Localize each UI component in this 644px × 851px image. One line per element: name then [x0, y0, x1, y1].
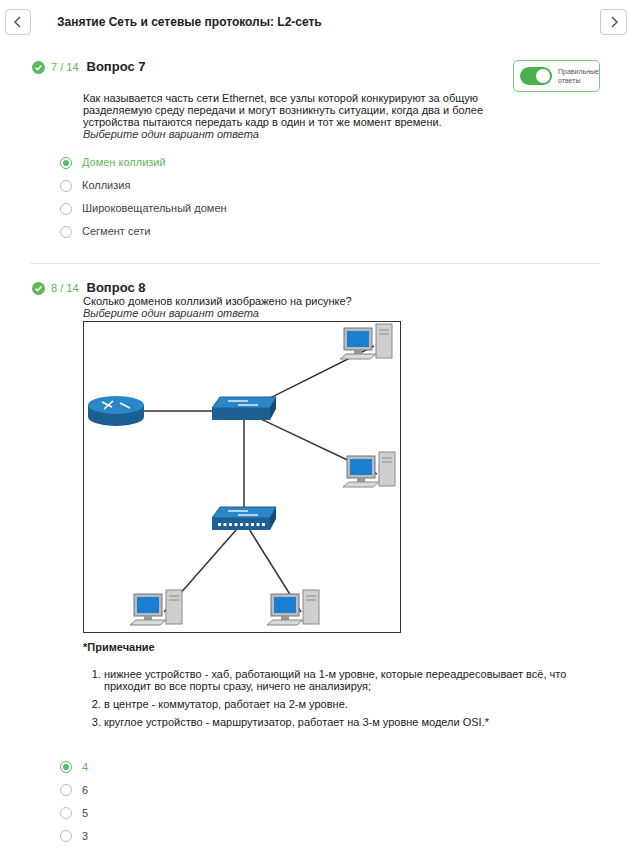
- back-button[interactable]: [5, 9, 31, 35]
- options-list: 4653: [60, 756, 600, 848]
- computer-icon: [130, 590, 182, 625]
- radio-icon[interactable]: [60, 807, 72, 819]
- radio-icon[interactable]: [60, 784, 72, 796]
- page: Занятие Сеть и сетевые протоколы: L2-сет…: [0, 0, 644, 848]
- next-button[interactable]: [600, 9, 627, 35]
- option[interactable]: Домен коллизий: [60, 151, 600, 174]
- radio-icon[interactable]: [60, 180, 72, 192]
- question-hint: Выберите один вариант ответа: [83, 307, 600, 319]
- question-text: Как называется часть сети Ethernet, все …: [83, 92, 513, 128]
- note-item: в центре - коммутатор, работает на 2-м у…: [104, 698, 600, 710]
- router-icon: [88, 396, 144, 426]
- hub-icon: [212, 507, 276, 530]
- note-item: круглое устройство - маршрутизатор, рабо…: [104, 716, 600, 728]
- question-title: Вопрос 7: [87, 57, 146, 77]
- question-header: 7 / 14 Вопрос 7: [32, 60, 146, 74]
- question-text: Сколько доменов коллизий изображено на р…: [83, 295, 513, 307]
- computer-icon: [340, 324, 392, 359]
- option[interactable]: 4: [60, 756, 600, 779]
- question: 7 / 14 Вопрос 7 Правильные ответыКак назыв…: [30, 60, 600, 243]
- radio-icon[interactable]: [60, 157, 72, 169]
- option[interactable]: 6: [60, 779, 600, 802]
- option[interactable]: 5: [60, 802, 600, 825]
- option[interactable]: Сегмент сети: [60, 220, 600, 243]
- question-progress: 8 / 14: [51, 280, 79, 297]
- correct-answers-toggle[interactable]: Правильные ответы: [513, 60, 600, 92]
- note: *Примечаниенижнее устройство - хаб, рабо…: [83, 639, 600, 728]
- radio-icon[interactable]: [60, 203, 72, 215]
- option[interactable]: 3: [60, 825, 600, 848]
- chevron-right-icon: [609, 15, 619, 29]
- switch[interactable]: [520, 67, 552, 85]
- computer-icon: [343, 452, 395, 487]
- switch-icon: [212, 397, 276, 420]
- option[interactable]: Коллизия: [60, 174, 600, 197]
- note-item: нижнее устройство - хаб, работающий на 1…: [104, 668, 600, 692]
- lesson-title: Занятие Сеть и сетевые протоколы: L2-сет…: [57, 13, 600, 31]
- options-list: Домен коллизийКоллизияШироковещательный …: [60, 151, 600, 243]
- radio-icon[interactable]: [60, 226, 72, 238]
- check-icon: [32, 282, 45, 295]
- question-header: 8 / 14 Вопрос 8: [32, 281, 146, 295]
- cable-line: [243, 411, 245, 521]
- cable-line: [244, 411, 377, 474]
- radio-icon[interactable]: [60, 761, 72, 773]
- question-hint: Выберите один вариант ответа: [83, 128, 600, 140]
- option[interactable]: Широковещательный домен: [60, 197, 600, 220]
- radio-icon[interactable]: [60, 830, 72, 842]
- top-bar: Занятие Сеть и сетевые протоколы: L2-сет…: [0, 0, 644, 44]
- computer-icon: [267, 590, 319, 625]
- question-title: Вопрос 8: [87, 278, 146, 298]
- question: 8 / 14 Вопрос 8Сколько доменов коллизий и…: [30, 281, 600, 848]
- network-diagram: [83, 321, 401, 633]
- question-progress: 7 / 14: [51, 59, 79, 76]
- chevron-left-icon: [13, 15, 23, 29]
- check-icon: [32, 61, 45, 74]
- divider: [30, 263, 600, 264]
